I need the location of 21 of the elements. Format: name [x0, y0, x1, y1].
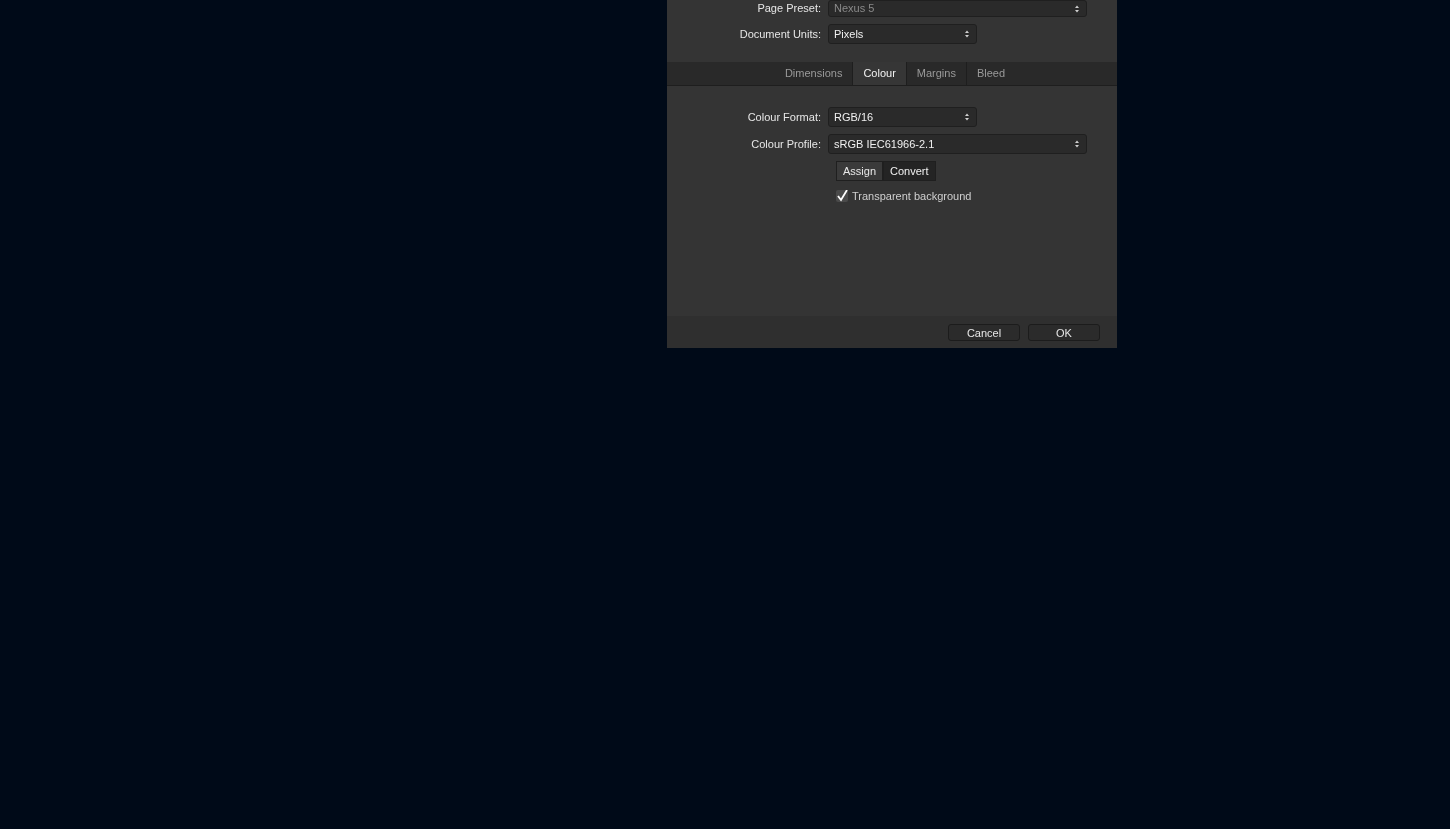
dropdown[interactable]: RGB/16 — [828, 107, 977, 127]
dropdown[interactable]: sRGB IEC61966-2.1 — [828, 134, 1087, 154]
checkbox[interactable] — [836, 190, 848, 203]
segment-button[interactable]: Assign — [836, 161, 884, 181]
stepper-icon — [964, 29, 970, 39]
tab[interactable]: Margins — [906, 62, 967, 85]
stepper-icon — [1074, 139, 1080, 149]
dialog-button[interactable]: Cancel — [948, 323, 1020, 341]
tab[interactable]: Bleed — [966, 62, 1016, 85]
field-label: Page Preset: — [756, 1, 822, 17]
tab[interactable]: Dimensions — [774, 62, 853, 85]
field-label: Colour Profile: — [750, 136, 822, 152]
stepper-icon — [1074, 3, 1080, 14]
field-label: Colour Format: — [746, 109, 822, 125]
dialog-button[interactable]: OK — [1028, 323, 1100, 341]
checkbox-label: Transparent background — [852, 189, 972, 204]
segment-button[interactable]: Convert — [883, 161, 936, 181]
dropdown[interactable]: Pixels — [828, 24, 977, 44]
field-label: Document Units: — [738, 26, 822, 42]
tab[interactable]: Colour — [852, 62, 907, 85]
stepper-icon — [964, 112, 970, 122]
